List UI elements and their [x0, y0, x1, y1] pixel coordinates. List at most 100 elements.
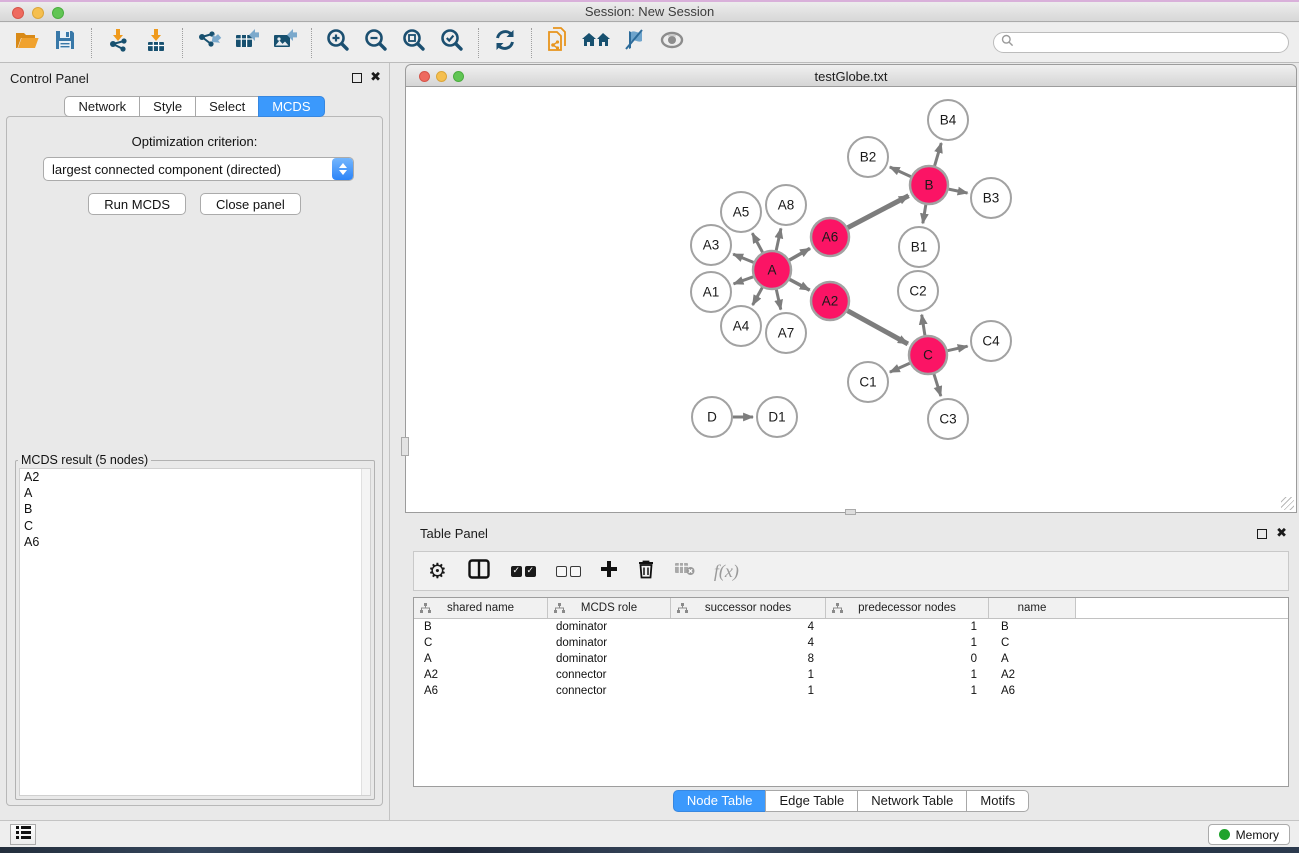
open-file-button[interactable] — [8, 26, 46, 60]
tab-mcds[interactable]: MCDS — [258, 96, 324, 117]
cell-shared-name[interactable]: A2 — [414, 669, 548, 681]
deselect-all-columns-button[interactable] — [556, 554, 581, 588]
column-header-predecessor-nodes[interactable]: predecessor nodes — [826, 598, 989, 618]
refresh-layout-button[interactable] — [486, 26, 524, 60]
edge-A6-B[interactable] — [848, 196, 909, 228]
mcds-result-item[interactable]: A2 — [20, 469, 370, 485]
table-row[interactable]: Bdominator41B — [414, 619, 1288, 635]
cell-predecessor-nodes[interactable]: 1 — [826, 637, 989, 649]
cell-predecessor-nodes[interactable]: 0 — [826, 653, 989, 665]
run-mcds-button[interactable]: Run MCDS — [88, 193, 186, 215]
network-window-titlebar[interactable]: testGlobe.txt — [405, 64, 1297, 87]
cell-successor-nodes[interactable]: 1 — [671, 669, 826, 681]
node-C[interactable]: C — [909, 336, 947, 374]
edge-A-A4[interactable] — [753, 287, 763, 305]
table-row[interactable]: Cdominator41C — [414, 635, 1288, 651]
network-left-grip-handle[interactable] — [401, 437, 409, 456]
optimization-criterion-dropdown[interactable]: largest connected component (directed) — [43, 157, 354, 181]
tab-motifs[interactable]: Motifs — [966, 790, 1029, 812]
node-A6[interactable]: A6 — [811, 218, 849, 256]
memory-button[interactable]: Memory — [1208, 824, 1290, 845]
cell-MCDS-role[interactable]: connector — [548, 669, 671, 681]
column-header-name[interactable]: name — [989, 598, 1076, 618]
node-table[interactable]: shared nameMCDS rolesuccessor nodesprede… — [413, 597, 1289, 787]
cell-MCDS-role[interactable]: connector — [548, 685, 671, 697]
mcds-result-list[interactable]: A2ABCA6 — [19, 468, 371, 796]
edge-B-B4[interactable] — [935, 143, 942, 166]
node-C4[interactable]: C4 — [971, 321, 1011, 361]
import-table-button[interactable] — [137, 26, 175, 60]
cell-MCDS-role[interactable]: dominator — [548, 637, 671, 649]
table-panel-close-button[interactable]: ✖ — [1276, 528, 1287, 538]
table-row[interactable]: A2connector11A2 — [414, 667, 1288, 683]
tab-style[interactable]: Style — [139, 96, 196, 117]
create-column-button[interactable] — [600, 554, 618, 588]
node-D[interactable]: D — [692, 397, 732, 437]
search-input[interactable] — [1018, 35, 1288, 51]
save-session-button[interactable] — [46, 26, 84, 60]
close-panel-button[interactable]: Close panel — [200, 193, 301, 215]
cell-name[interactable]: B — [989, 621, 1076, 633]
edge-A-A5[interactable] — [752, 233, 762, 252]
import-network-button[interactable] — [99, 26, 137, 60]
zoom-out-button[interactable] — [357, 26, 395, 60]
column-header-MCDS-role[interactable]: MCDS role — [548, 598, 671, 618]
cell-name[interactable]: A2 — [989, 669, 1076, 681]
edge-A-A1[interactable] — [734, 277, 754, 284]
node-B4[interactable]: B4 — [928, 100, 968, 140]
node-A3[interactable]: A3 — [691, 225, 731, 265]
network-bottom-grip-handle[interactable] — [845, 509, 856, 515]
cell-name[interactable]: A — [989, 653, 1076, 665]
cell-shared-name[interactable]: A6 — [414, 685, 548, 697]
edge-C-C3[interactable] — [934, 374, 941, 396]
table-settings-button[interactable]: ⚙ — [428, 554, 447, 588]
zoom-fit-button[interactable] — [395, 26, 433, 60]
control-panel-close-button[interactable]: ✖ — [370, 72, 381, 82]
table-panel-float-button[interactable] — [1257, 529, 1267, 539]
mcds-result-item[interactable]: B — [20, 501, 370, 517]
show-columns-button[interactable] — [467, 554, 491, 588]
node-D1[interactable]: D1 — [757, 397, 797, 437]
edge-A2-C[interactable] — [848, 311, 908, 344]
node-A[interactable]: A — [753, 251, 791, 289]
cell-name[interactable]: A6 — [989, 685, 1076, 697]
network-graph[interactable]: AA1A2A3A4A5A6A7A8BB1B2B3B4CC1C2C3C4DD1 — [406, 87, 1296, 511]
edge-A-A7[interactable] — [776, 290, 780, 310]
cell-successor-nodes[interactable]: 4 — [671, 621, 826, 633]
tab-edge-table[interactable]: Edge Table — [765, 790, 858, 812]
tab-network[interactable]: Network — [64, 96, 140, 117]
tab-network-table[interactable]: Network Table — [857, 790, 967, 812]
cell-MCDS-role[interactable]: dominator — [548, 653, 671, 665]
node-C1[interactable]: C1 — [848, 362, 888, 402]
edge-B-B2[interactable] — [890, 167, 911, 177]
mcds-result-item[interactable]: A6 — [20, 534, 370, 550]
clone-network-button[interactable] — [539, 26, 577, 60]
cell-name[interactable]: C — [989, 637, 1076, 649]
show-hide-details-button[interactable] — [653, 26, 691, 60]
tab-node-table[interactable]: Node Table — [673, 790, 767, 812]
cell-predecessor-nodes[interactable]: 1 — [826, 621, 989, 633]
node-A2[interactable]: A2 — [811, 282, 849, 320]
cell-predecessor-nodes[interactable]: 1 — [826, 669, 989, 681]
toggle-graphics-details-button[interactable] — [615, 26, 653, 60]
cell-successor-nodes[interactable]: 1 — [671, 685, 826, 697]
delete-column-button[interactable] — [637, 554, 655, 588]
node-B2[interactable]: B2 — [848, 137, 888, 177]
function-builder-button[interactable]: f(x) — [714, 554, 739, 588]
column-header-successor-nodes[interactable]: successor nodes — [671, 598, 826, 618]
node-A1[interactable]: A1 — [691, 272, 731, 312]
cell-shared-name[interactable]: C — [414, 637, 548, 649]
edge-A-A2[interactable] — [790, 279, 810, 290]
node-A7[interactable]: A7 — [766, 313, 806, 353]
edge-C-C1[interactable] — [890, 363, 910, 372]
zoom-in-button[interactable] — [319, 26, 357, 60]
mcds-list-scrollbar[interactable] — [361, 469, 370, 795]
node-A4[interactable]: A4 — [721, 306, 761, 346]
mcds-result-item[interactable]: A — [20, 485, 370, 501]
node-A5[interactable]: A5 — [721, 192, 761, 232]
home-button[interactable] — [577, 26, 615, 60]
cell-shared-name[interactable]: B — [414, 621, 548, 633]
export-table-button[interactable] — [228, 26, 266, 60]
edge-A-A3[interactable] — [733, 254, 753, 262]
table-row[interactable]: Adominator80A — [414, 651, 1288, 667]
